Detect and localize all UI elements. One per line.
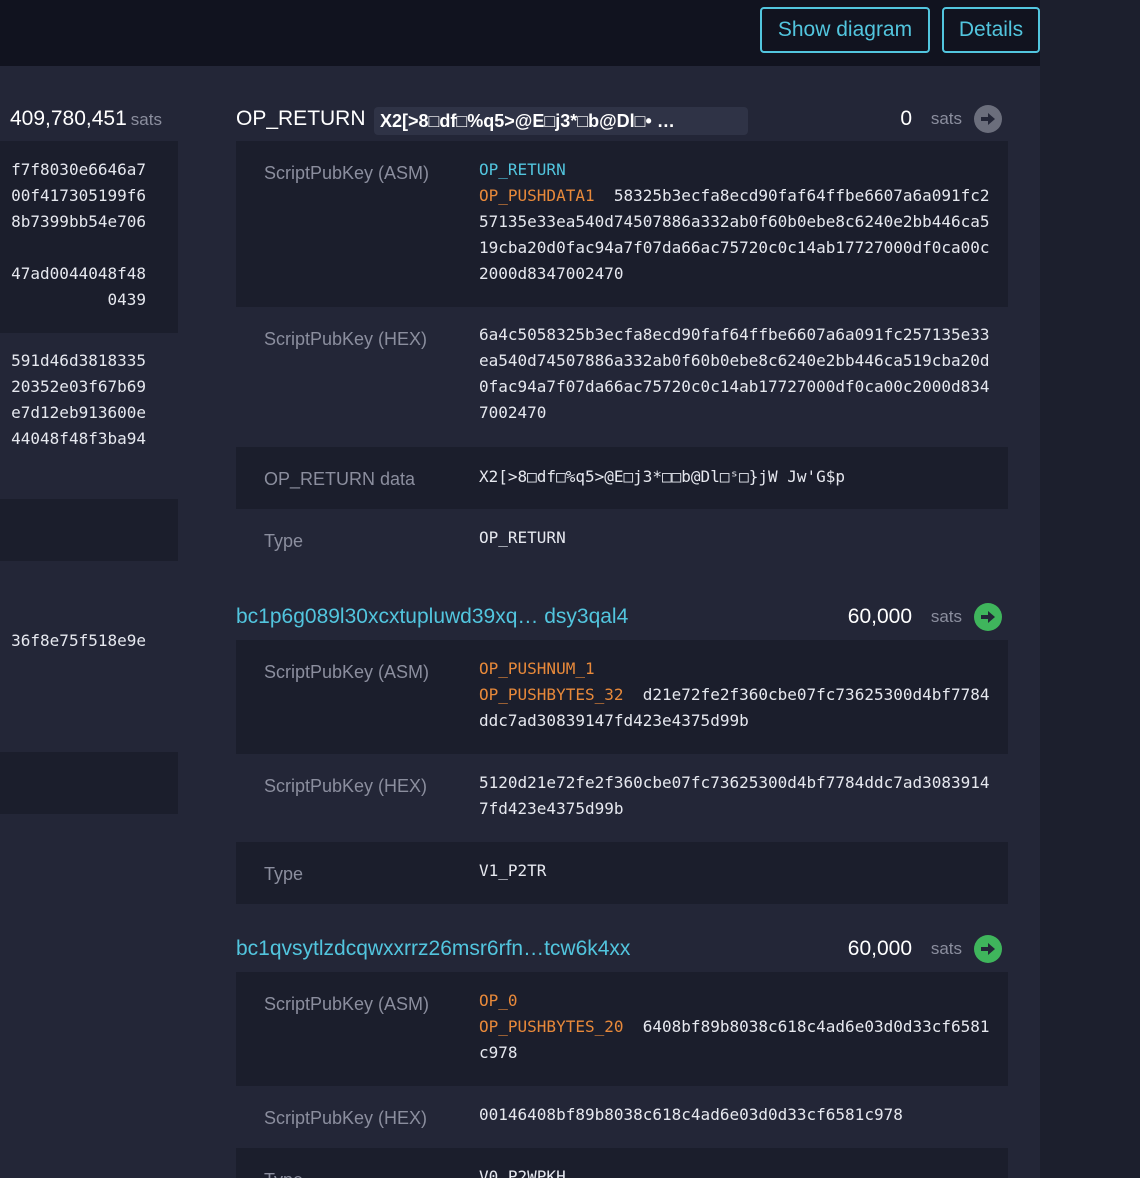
arrow-right-icon[interactable] bbox=[974, 935, 1002, 963]
hex-line: 20352e03f67b69 bbox=[11, 377, 146, 396]
hex-value: 5120d21e72fe2f360cbe07fc73625300d4bf7784… bbox=[479, 773, 990, 818]
input-amount-value: 409,780,451 bbox=[10, 107, 127, 130]
opcode: OP_PUSHNUM_1 bbox=[479, 659, 595, 678]
top-bar: Show diagram Details bbox=[0, 0, 1040, 66]
output-header: OP_RETURN X2[>8□df□%q5>@E□j3*□b@Dl□• … 0… bbox=[236, 102, 1006, 138]
hex-line: 44048f48f3ba94 bbox=[11, 429, 146, 448]
opcode: OP_PUSHDATA1 bbox=[479, 186, 595, 205]
hex-line: 591d46d3818335 bbox=[11, 351, 146, 370]
type-label: Type bbox=[264, 864, 304, 884]
output-amount: 60,000 bbox=[847, 937, 912, 960]
input-script-box-2: 591d46d3818335 20352e03f67b69 e7d12eb913… bbox=[0, 333, 178, 499]
hex-row: ScriptPubKey (HEX) 6a4c5058325b3ecfa8ecd… bbox=[236, 307, 1008, 447]
type-value: V0_P2WPKH bbox=[479, 1167, 566, 1178]
type-value: OP_RETURN bbox=[479, 528, 566, 547]
hex-line: 36f8e75f518e9e bbox=[11, 631, 146, 650]
hex-line: 8b7399bb54e706 bbox=[11, 212, 146, 231]
asm-label: ScriptPubKey (ASM) bbox=[264, 994, 430, 1014]
op-return-data-row: OP_RETURN data X2[>8□df□%q5>@E□j3*□□b@Dl… bbox=[236, 447, 1008, 509]
output-amount: 60,000 bbox=[847, 605, 912, 628]
op-return-data-label: OP_RETURN data bbox=[264, 469, 416, 489]
asm-value: OP_RETURN OP_PUSHDATA1 58325b3ecfa8ecd90… bbox=[479, 157, 995, 287]
asm-row: ScriptPubKey (ASM) OP_0 OP_PUSHBYTES_20 … bbox=[236, 972, 1008, 1086]
opcode: OP_0 bbox=[479, 991, 518, 1010]
hex-row: ScriptPubKey (HEX) 00146408bf89b8038c618… bbox=[236, 1086, 1008, 1148]
type-value: V1_P2TR bbox=[479, 861, 547, 880]
scroll-gutter bbox=[1040, 0, 1140, 1178]
type-row: Type V1_P2TR bbox=[236, 842, 1008, 904]
output-address-link[interactable]: bc1qvsytlzdcqwxxrrz26msr6rfn…tcw6k4xx bbox=[236, 932, 630, 966]
asm-label: ScriptPubKey (ASM) bbox=[264, 662, 430, 682]
hex-value: 6a4c5058325b3ecfa8ecd90faf64ffbe6607a6a0… bbox=[479, 325, 990, 422]
input-row-box bbox=[0, 499, 178, 561]
op-return-preview: X2[>8□df□%q5>@E□j3*□b@Dl□• … bbox=[374, 107, 748, 135]
hex-line: 0439 bbox=[107, 290, 146, 309]
show-diagram-button[interactable]: Show diagram bbox=[760, 7, 930, 53]
opcode: OP_PUSHBYTES_20 bbox=[479, 1017, 624, 1036]
output-amount-unit: sats bbox=[930, 109, 962, 128]
output-header: bc1p6g089l30xcxtupluwd39xq… dsy3qal4 60,… bbox=[236, 600, 1006, 636]
output-amount-unit: sats bbox=[930, 607, 962, 626]
hex-row: ScriptPubKey (HEX) 5120d21e72fe2f360cbe0… bbox=[236, 754, 1008, 842]
hex-line: 47ad0044048f48 bbox=[11, 264, 146, 283]
asm-row: ScriptPubKey (ASM) OP_PUSHNUM_1 OP_PUSHB… bbox=[236, 640, 1008, 754]
input-amount: 409,780,451 sats bbox=[10, 107, 162, 131]
input-amount-unit: sats bbox=[130, 110, 162, 129]
hex-value: 00146408bf89b8038c618c4ad6e03d0d33cf6581… bbox=[479, 1105, 903, 1124]
op-return-data-value: X2[>8□df□%q5>@E□j3*□□b@Dl□ˢ□}jW Jw'G$p bbox=[479, 467, 846, 486]
asm-label: ScriptPubKey (ASM) bbox=[264, 163, 430, 183]
output-amount-unit: sats bbox=[930, 939, 962, 958]
type-label: Type bbox=[264, 531, 304, 551]
hex-label: ScriptPubKey (HEX) bbox=[264, 776, 428, 796]
type-label: Type bbox=[264, 1170, 303, 1178]
opcode: OP_PUSHBYTES_32 bbox=[479, 685, 624, 704]
asm-row: ScriptPubKey (ASM) OP_RETURN OP_PUSHDATA… bbox=[236, 141, 1008, 307]
output-header: bc1qvsytlzdcqwxxrrz26msr6rfn…tcw6k4xx 60… bbox=[236, 932, 1006, 968]
arrow-right-icon[interactable] bbox=[974, 105, 1002, 133]
arrow-right-icon[interactable] bbox=[974, 603, 1002, 631]
output-address-link[interactable]: bc1p6g089l30xcxtupluwd39xq… dsy3qal4 bbox=[236, 600, 628, 634]
details-button[interactable]: Details bbox=[942, 7, 1040, 53]
input-script-box: f7f8030e6646a7 00f417305199f6 8b7399bb54… bbox=[0, 141, 178, 333]
hex-line: e7d12eb913600e bbox=[11, 403, 146, 422]
hex-label: ScriptPubKey (HEX) bbox=[264, 1108, 428, 1128]
hex-line: f7f8030e6646a7 bbox=[11, 160, 146, 179]
output-amount: 0 bbox=[900, 107, 912, 130]
type-row: Type V0_P2WPKH bbox=[236, 1148, 1008, 1178]
op-return-label: OP_RETURN bbox=[236, 107, 366, 130]
hex-line: 00f417305199f6 bbox=[11, 186, 146, 205]
asm-value: OP_0 OP_PUSHBYTES_20 6408bf89b8038c618c4… bbox=[479, 988, 995, 1066]
input-free-line-box: 36f8e75f518e9e bbox=[0, 628, 178, 656]
asm-value: OP_PUSHNUM_1 OP_PUSHBYTES_32 d21e72fe2f3… bbox=[479, 656, 995, 734]
hex-label: ScriptPubKey (HEX) bbox=[264, 329, 428, 349]
type-row: Type OP_RETURN bbox=[236, 509, 1008, 571]
input-row-box-2 bbox=[0, 752, 178, 814]
opcode: OP_RETURN bbox=[479, 160, 566, 179]
